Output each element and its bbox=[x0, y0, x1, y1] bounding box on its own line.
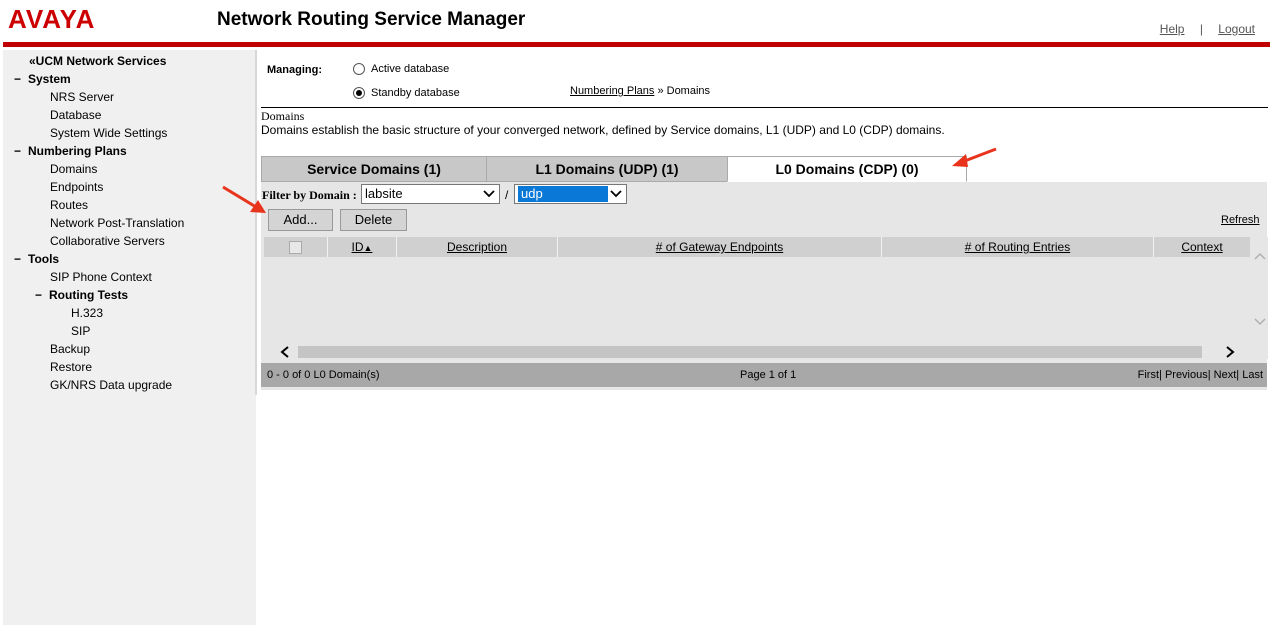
add-button[interactable]: Add... bbox=[268, 209, 333, 231]
scroll-up-icon[interactable] bbox=[1254, 251, 1266, 261]
radio-active-database[interactable]: Active database bbox=[353, 63, 449, 75]
top-links: Help | Logout bbox=[1160, 22, 1255, 36]
tab-service-domains[interactable]: Service Domains (1) bbox=[261, 156, 487, 182]
nav-group-label: Tools bbox=[28, 252, 60, 266]
delete-button[interactable]: Delete bbox=[340, 209, 407, 231]
nav-item-h323[interactable]: H.323 bbox=[71, 306, 103, 320]
select-value: udp bbox=[518, 186, 608, 202]
scroll-right-icon[interactable] bbox=[1224, 346, 1236, 358]
collapse-icon: − bbox=[14, 144, 22, 158]
nav-back-ucm-network-services[interactable]: «UCM Network Services bbox=[29, 54, 166, 68]
select-all-cell bbox=[264, 237, 328, 257]
chevron-down-icon bbox=[483, 190, 495, 198]
column-id[interactable]: ID▲ bbox=[328, 237, 397, 257]
pager-sep: | bbox=[1236, 369, 1240, 381]
nav-item-sip-phone-context[interactable]: SIP Phone Context bbox=[50, 270, 152, 284]
radio-label: Active database bbox=[371, 63, 450, 75]
grid-body bbox=[264, 257, 1250, 344]
column-gateway-endpoints[interactable]: # of Gateway Endpoints bbox=[558, 237, 882, 257]
nav-group-system[interactable]: − System bbox=[14, 72, 71, 86]
sort-asc-icon: ▲ bbox=[363, 243, 373, 253]
column-context[interactable]: Context bbox=[1154, 237, 1250, 257]
top-link-separator: | bbox=[1199, 22, 1203, 36]
select-all-checkbox[interactable] bbox=[289, 241, 302, 254]
select-value: labsite bbox=[365, 186, 403, 201]
section-title: Domains bbox=[261, 109, 305, 123]
nav-item-routes[interactable]: Routes bbox=[50, 198, 88, 212]
nav-group-numbering-plans[interactable]: − Numbering Plans bbox=[14, 144, 127, 158]
app-title: Network Routing Service Manager bbox=[217, 9, 526, 30]
tab-l1-domains-udp[interactable]: L1 Domains (UDP) (1) bbox=[486, 156, 728, 182]
nav-item-gk-nrs-data-upgrade[interactable]: GK/NRS Data upgrade bbox=[50, 378, 172, 392]
nav-item-collaborative-servers[interactable]: Collaborative Servers bbox=[50, 234, 165, 248]
nav-group-label: System bbox=[28, 72, 71, 86]
pager: First| Previous| Next| Last bbox=[1138, 369, 1263, 381]
column-description[interactable]: Description bbox=[397, 237, 558, 257]
section-rule bbox=[261, 107, 1268, 108]
nav-group-label: Numbering Plans bbox=[28, 144, 127, 158]
grid-header: ID▲ Description # of Gateway Endpoints #… bbox=[264, 237, 1250, 257]
breadcrumb: Numbering Plans » Domains bbox=[570, 85, 710, 97]
app-header: AVAYA Network Routing Service Manager He… bbox=[0, 0, 1273, 42]
refresh-link[interactable]: Refresh bbox=[1221, 214, 1260, 226]
filter-label: Filter by Domain : bbox=[262, 188, 357, 202]
nav-item-database[interactable]: Database bbox=[50, 108, 101, 122]
column-label: ID bbox=[351, 240, 364, 254]
pager-last[interactable]: Last bbox=[1242, 369, 1263, 381]
pager-first[interactable]: First bbox=[1138, 369, 1159, 381]
tab-l0-domains-cdp[interactable]: L0 Domains (CDP) (0) bbox=[727, 156, 967, 182]
radio-standby-database[interactable]: Standby database bbox=[353, 87, 460, 99]
radio-button[interactable] bbox=[353, 63, 365, 75]
nav-item-network-post-translation[interactable]: Network Post-Translation bbox=[50, 216, 184, 230]
nav-item-backup[interactable]: Backup bbox=[50, 342, 90, 356]
scroll-down-icon[interactable] bbox=[1254, 317, 1266, 327]
logout-link[interactable]: Logout bbox=[1218, 22, 1255, 36]
radio-label: Standby database bbox=[371, 87, 460, 99]
help-link[interactable]: Help bbox=[1160, 22, 1185, 36]
nav-item-system-wide-settings[interactable]: System Wide Settings bbox=[50, 126, 167, 140]
chevron-down-icon bbox=[610, 190, 622, 198]
column-routing-entries[interactable]: # of Routing Entries bbox=[882, 237, 1154, 257]
breadcrumb-current: Domains bbox=[666, 85, 711, 97]
nav-item-nrs-server[interactable]: NRS Server bbox=[50, 90, 114, 104]
breadcrumb-numbering-plans[interactable]: Numbering Plans bbox=[570, 85, 654, 97]
nav-item-sip[interactable]: SIP bbox=[71, 324, 90, 338]
breadcrumb-sep: » bbox=[657, 85, 664, 97]
scroll-left-icon[interactable] bbox=[279, 346, 291, 358]
nav-group-label: Routing Tests bbox=[49, 288, 129, 302]
header-red-bar bbox=[3, 42, 1270, 47]
page-indicator: Page 1 of 1 bbox=[740, 369, 797, 381]
collapse-icon: − bbox=[14, 72, 22, 86]
pager-next[interactable]: Next bbox=[1214, 369, 1237, 381]
horizontal-scroll-thumb[interactable] bbox=[298, 346, 1202, 358]
collapse-icon: − bbox=[35, 288, 43, 302]
nav-item-endpoints[interactable]: Endpoints bbox=[50, 180, 103, 194]
grid-footer: 0 - 0 of 0 L0 Domain(s) Page 1 of 1 Firs… bbox=[261, 363, 1267, 387]
radio-button-selected[interactable] bbox=[353, 87, 365, 99]
section-description: Domains establish the basic structure of… bbox=[261, 123, 945, 137]
managing-label: Managing: bbox=[267, 64, 322, 76]
nav-item-restore[interactable]: Restore bbox=[50, 360, 92, 374]
nav-group-tools[interactable]: − Tools bbox=[14, 252, 59, 266]
nav-item-domains[interactable]: Domains bbox=[50, 162, 97, 176]
nav-group-routing-tests[interactable]: − Routing Tests bbox=[35, 288, 128, 302]
sub-domain-select[interactable]: udp bbox=[514, 184, 627, 204]
collapse-icon: − bbox=[14, 252, 22, 266]
pager-previous[interactable]: Previous bbox=[1165, 369, 1208, 381]
filter-slash: / bbox=[505, 188, 509, 202]
sidebar-divider bbox=[255, 50, 257, 395]
pager-sep: | bbox=[1207, 369, 1211, 381]
annotation-arrow-icon bbox=[222, 185, 266, 213]
annotation-arrow-icon bbox=[952, 147, 997, 167]
avaya-logo: AVAYA bbox=[8, 4, 96, 34]
vertical-scrollbar[interactable] bbox=[1251, 237, 1268, 345]
domain-select[interactable]: labsite bbox=[361, 184, 500, 204]
pager-sep: | bbox=[1159, 369, 1162, 381]
record-count: 0 - 0 of 0 L0 Domain(s) bbox=[267, 369, 380, 381]
